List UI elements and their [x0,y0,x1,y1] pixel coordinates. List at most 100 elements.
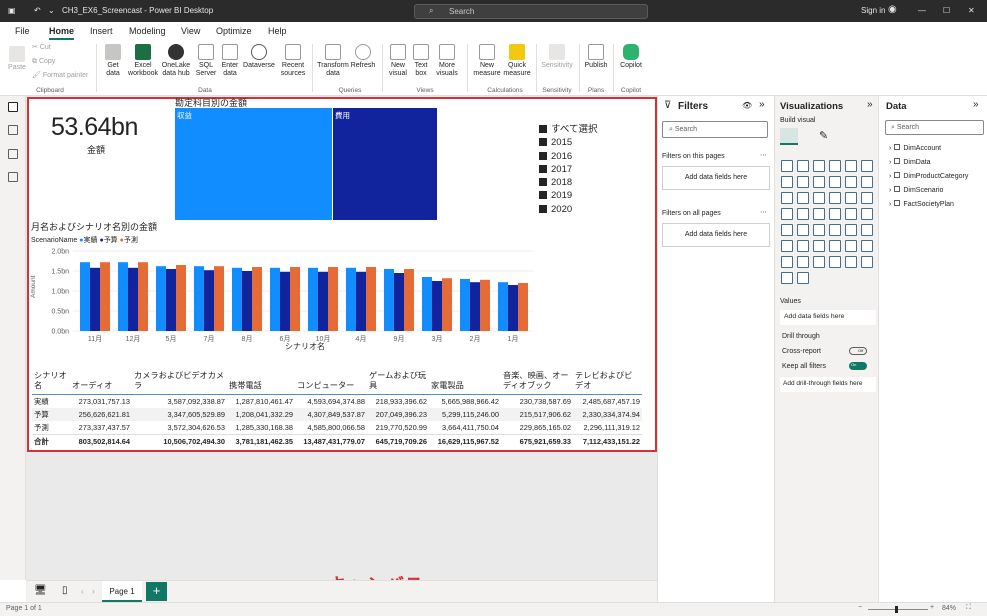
visual-type-icon[interactable] [813,160,825,172]
visual-type-icon[interactable] [861,176,873,188]
treemap-visual[interactable]: 収益 費用 [175,108,438,220]
visual-type-icon[interactable] [829,176,841,188]
collapse-data-icon[interactable]: » [973,99,979,110]
bar-1-0[interactable] [118,262,128,331]
visual-type-icon[interactable] [861,240,873,252]
visual-type-icon[interactable] [813,224,825,236]
cross-report-toggle[interactable]: Off [849,347,867,355]
bar-7-0[interactable] [346,267,356,331]
data-table-item[interactable]: › DimAccount [889,144,941,152]
filters-page-well[interactable]: Add data fields here [662,166,770,190]
bar-10-2[interactable] [480,279,490,331]
next-page-icon[interactable]: › [92,587,95,596]
bar-8-0[interactable] [384,269,394,331]
paste-button[interactable]: Paste [6,46,28,72]
column-header[interactable]: シナリオ名 [32,371,70,395]
enter-data-button[interactable]: Enter data [218,44,242,78]
visual-type-icon[interactable] [813,256,825,268]
copy-button[interactable]: ⧉ Copy [32,58,55,66]
table-row[interactable]: 予算 256,626,621.81 3,347,605,529.89 1,208,04… [32,408,642,421]
visual-type-icon[interactable] [797,272,809,284]
visual-type-icon[interactable] [781,208,793,220]
visual-type-icon[interactable] [845,256,857,268]
collapse-filters-icon[interactable]: » [759,99,765,110]
eye-icon[interactable]: 👁 [742,101,752,110]
publish-button[interactable]: Publish [583,44,609,70]
slicer-item[interactable]: 2016 [539,150,597,163]
bar-1-2[interactable] [138,262,148,331]
maximize-icon[interactable]: ☐ [943,6,950,15]
visual-type-icon[interactable] [861,192,873,204]
slicer-item[interactable]: 2019 [539,189,597,202]
table-row[interactable]: 予測 273,337,437.57 3,572,304,626.53 1,285,33… [32,421,642,435]
transform-data-button[interactable]: Transform data [316,44,350,78]
visual-type-icon[interactable] [829,224,841,236]
report-view-icon[interactable] [8,102,18,112]
excel-button[interactable]: Excel workbook [128,44,158,78]
new-measure-button[interactable]: New measure [472,44,502,78]
bar-3-2[interactable] [214,266,224,331]
undo-icon[interactable]: ↶ [34,6,41,15]
mobile-layout-icon[interactable]: ▯ [62,585,68,596]
zoom-slider[interactable] [868,609,928,610]
bar-6-0[interactable] [308,267,318,331]
slicer-item[interactable]: 2017 [539,163,597,176]
bar-5-2[interactable] [290,267,300,331]
build-visual-tab[interactable] [780,128,798,145]
visual-type-icon[interactable] [829,256,841,268]
kpi-card-value[interactable]: 53.64bn [51,113,138,142]
bar-0-2[interactable] [100,262,110,331]
dax-view-icon[interactable] [8,172,18,182]
visual-type-icon[interactable] [781,272,793,284]
visual-type-icon[interactable] [813,208,825,220]
treemap-block[interactable]: 収益 [175,108,332,220]
column-header[interactable]: ゲームおよび玩具 [367,371,429,395]
column-header[interactable]: カメラおよびビデオカメラ [132,371,227,395]
data-table-item[interactable]: › DimData [889,158,931,166]
visual-type-icon[interactable] [781,256,793,268]
data-search[interactable]: ⌕ Search [885,120,984,135]
data-matrix[interactable]: シナリオ名 オーディオ カメラおよびビデオカメラ 携帯電話 コンピューター ゲームおよび玩… [32,371,642,448]
chevron-right-icon[interactable]: › [889,145,891,152]
bar-2-0[interactable] [156,266,166,331]
visual-type-icon[interactable] [829,240,841,252]
menu-modeling[interactable]: Modeling [129,26,166,36]
refresh-button[interactable]: Refresh [350,44,376,70]
slicer-item[interactable]: すべて選択 [539,123,597,136]
recent-sources-button[interactable]: Recent sources [278,44,308,78]
year-slicer[interactable]: すべて選択 2015 2016 2017 2018 2019 2020 [539,123,597,216]
checkbox-icon[interactable] [539,204,547,213]
visual-type-icon[interactable] [845,176,857,188]
visual-type-icon[interactable] [861,224,873,236]
visual-type-icon[interactable] [797,176,809,188]
slicer-item[interactable]: 2018 [539,176,597,189]
new-visual-button[interactable]: New visual [386,44,410,78]
sensitivity-button[interactable]: Sensitivity [540,44,574,70]
more-options-icon[interactable]: ⋯ [760,208,767,216]
bar-0-1[interactable] [90,267,100,331]
format-painter-button[interactable]: 🖌 Format painter [32,72,88,80]
bar-7-1[interactable] [356,271,366,331]
more-options-icon[interactable]: ⋯ [760,151,767,159]
bar-5-0[interactable] [270,267,280,331]
menu-optimize[interactable]: Optimize [216,26,252,36]
menu-view[interactable]: View [181,26,200,36]
add-page-button[interactable]: + [146,582,167,601]
visual-type-icon[interactable] [845,192,857,204]
cut-button[interactable]: ✂ Cut [32,44,51,52]
sql-button[interactable]: SQL Server [194,44,218,78]
zoom-slider-thumb[interactable] [895,606,898,613]
visual-type-icon[interactable] [781,240,793,252]
visual-type-icon[interactable] [845,240,857,252]
visual-type-icon[interactable] [813,192,825,204]
filters-search[interactable]: ⌕ Search [662,121,768,138]
menu-insert[interactable]: Insert [90,26,113,36]
avatar-icon[interactable]: ◉ [888,4,897,15]
collapse-viz-icon[interactable]: » [867,99,873,110]
bar-10-0[interactable] [460,279,470,331]
visual-type-icon[interactable] [781,192,793,204]
bar-2-2[interactable] [176,265,186,331]
checkbox-icon[interactable] [539,164,547,173]
dataverse-button[interactable]: Dataverse [242,44,276,70]
quick-measure-button[interactable]: Quick measure [502,44,532,78]
